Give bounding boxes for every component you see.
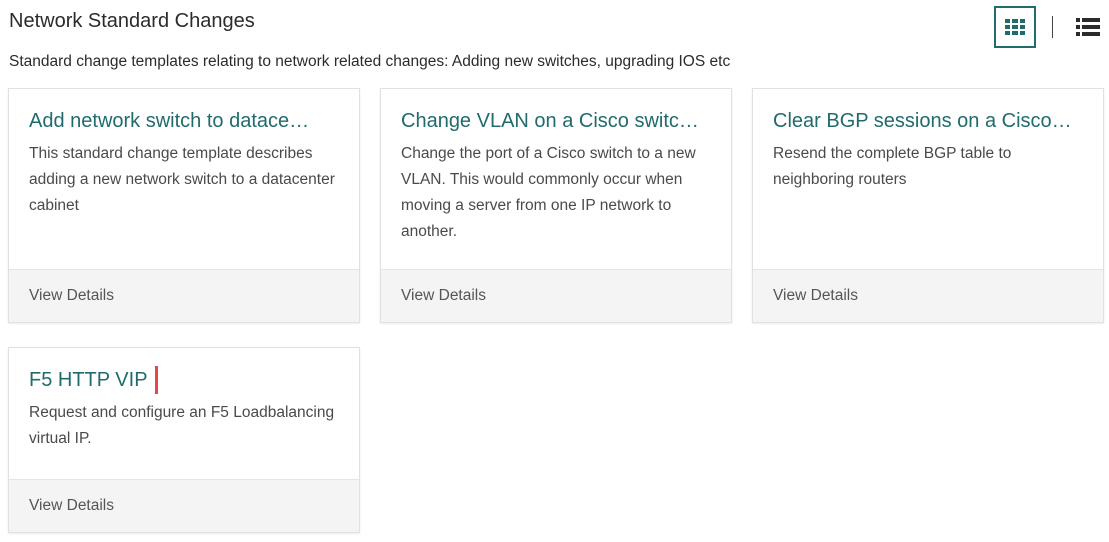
card-body: Add network switch to datace… This stand… xyxy=(9,89,359,269)
card-description: Resend the complete BGP table to neighbo… xyxy=(773,145,1012,188)
card-title-link[interactable]: Add network switch to datace… xyxy=(29,107,339,135)
template-card: Change VLAN on a Cisco switc… Change the… xyxy=(380,88,732,323)
card-title-link[interactable]: Change VLAN on a Cisco switc… xyxy=(401,107,711,135)
page-description: Standard change templates relating to ne… xyxy=(9,53,731,70)
template-card: Add network switch to datace… This stand… xyxy=(8,88,360,323)
view-details-button[interactable]: View Details xyxy=(9,269,359,322)
list-icon xyxy=(1076,18,1100,36)
card-title-link[interactable]: F5 HTTP VIP xyxy=(29,366,339,394)
card-body: F5 HTTP VIP Request and configure an F5 … xyxy=(9,348,359,479)
template-card: Clear BGP sessions on a Cisco… Resend th… xyxy=(752,88,1104,323)
view-details-button[interactable]: View Details xyxy=(381,269,731,322)
view-details-button[interactable]: View Details xyxy=(753,269,1103,322)
highlighted-title[interactable]: F5 HTTP VIP xyxy=(29,366,158,394)
view-details-button[interactable]: View Details xyxy=(9,479,359,532)
grid-view-button[interactable] xyxy=(994,6,1036,48)
card-description: This standard change template describes … xyxy=(29,145,335,214)
template-card: F5 HTTP VIP Request and configure an F5 … xyxy=(8,347,360,533)
card-title-link[interactable]: Clear BGP sessions on a Cisco… xyxy=(773,107,1083,135)
view-toggle-divider xyxy=(1052,16,1053,38)
view-toggle xyxy=(994,6,1101,48)
card-description: Change the port of a Cisco switch to a n… xyxy=(401,145,696,240)
card-body: Change VLAN on a Cisco switc… Change the… xyxy=(381,89,731,269)
grid-icon xyxy=(1005,19,1025,35)
list-view-button[interactable] xyxy=(1075,14,1101,40)
card-body: Clear BGP sessions on a Cisco… Resend th… xyxy=(753,89,1103,269)
page-title: Network Standard Changes xyxy=(9,10,255,32)
card-description: Request and configure an F5 Loadbalancin… xyxy=(29,404,335,447)
